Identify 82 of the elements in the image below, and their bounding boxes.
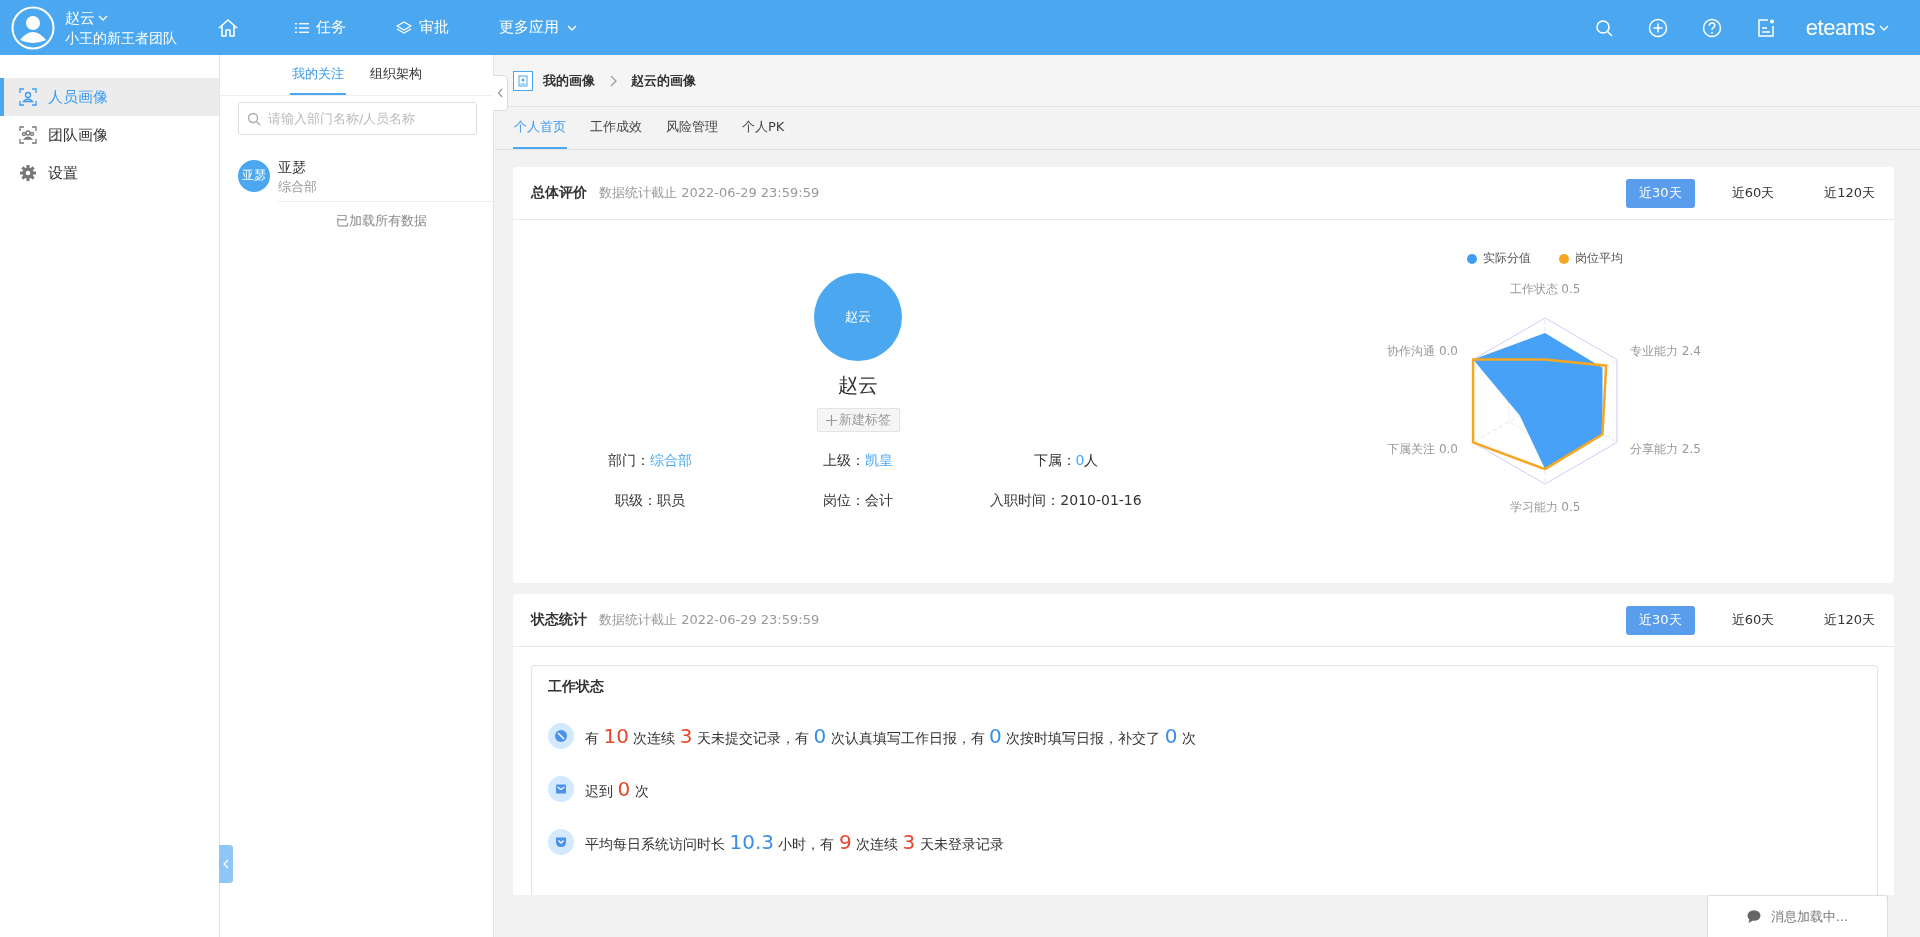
period-button[interactable]: 近60天 (1718, 178, 1788, 208)
chat-icon (1746, 910, 1761, 923)
section-title: 工作状态 (548, 678, 605, 696)
group-icon (19, 126, 37, 144)
page-tab[interactable]: 个人PK (741, 107, 786, 149)
settings-icon (19, 164, 37, 182)
toast-text: 消息加载中... (1770, 907, 1849, 926)
legend-label: 岗位平均 (1575, 250, 1623, 267)
help-icon[interactable] (1701, 17, 1722, 38)
page-tab[interactable]: 工作成效 (589, 107, 643, 149)
period-button[interactable]: 近30天 (1626, 178, 1695, 208)
field-label: 入职时间： (990, 492, 1061, 508)
field-value: 职员 (657, 492, 685, 508)
period-button[interactable]: 近120天 (1811, 178, 1888, 208)
user-name[interactable]: 赵云 (65, 7, 95, 28)
breadcrumb-icon[interactable] (513, 70, 533, 91)
axis-label: 协作沟通 0.0 (1387, 344, 1458, 358)
search-icon[interactable] (1593, 17, 1614, 38)
plus-icon (825, 414, 837, 426)
card-note: 数据统计截止 2022-06-29 23:59:59 (599, 184, 821, 202)
person-name[interactable]: 亚瑟 (278, 157, 493, 177)
sidebar-item[interactable]: 设置 (0, 154, 219, 192)
team-name: 小王的新王者团队 (65, 28, 177, 48)
status-sentence: 平均每日系统访问时长 10.3 小时，有 9 次连续 3 天未登录记录 (585, 830, 1004, 854)
new-tag-button[interactable]: 新建标签 (816, 408, 900, 432)
status-sentence: 有 10 次连续 3 天未提交记录，有 0 次认真填写工作日报，有 0 次按时填写日报，补交了 0 次 (585, 724, 1196, 748)
field-link[interactable]: 0 (1075, 452, 1085, 468)
field-label: 部门： (608, 452, 650, 468)
sidebar-item[interactable]: 团队画像 (0, 116, 219, 154)
axis-label: 下属关注 0.0 (1387, 442, 1458, 456)
axis-label: 学习能力 0.5 (1509, 500, 1581, 514)
person-avatar[interactable]: 亚瑟 (238, 159, 270, 192)
person-department: 综合部 (278, 178, 318, 196)
card-note: 数据统计截止 2022-06-29 23:59:59 (599, 611, 821, 629)
compass-icon (548, 723, 574, 749)
field-link[interactable]: 综合部 (650, 452, 692, 468)
sidebar-item[interactable]: 人员画像 (0, 78, 219, 116)
list-end-note: 已加载所有数据 (336, 212, 427, 230)
field-value: 2010-01-16 (1060, 492, 1142, 508)
nav-item[interactable]: 审批 (396, 18, 449, 37)
status-sentence: 迟到 0 次 (585, 777, 649, 801)
axis-label: 分享能力 2.5 (1630, 442, 1701, 456)
field-label: 下属： (1033, 452, 1076, 468)
list-icon (295, 20, 309, 35)
notes-icon[interactable] (1755, 17, 1776, 38)
axis-label: 工作状态 0.5 (1509, 282, 1581, 296)
brand-logo[interactable]: eteams (1805, 14, 1875, 41)
profile-name: 赵云 (838, 372, 878, 399)
field-unit: 人 (1084, 452, 1099, 468)
period-button[interactable]: 近30天 (1626, 605, 1695, 635)
home-icon[interactable] (217, 16, 239, 39)
period-button[interactable]: 近120天 (1811, 605, 1888, 635)
field-link[interactable]: 凯皇 (865, 452, 893, 468)
mail-icon (548, 776, 574, 802)
page-tab[interactable]: 个人首页 (513, 107, 567, 149)
card-title: 总体评价 (531, 184, 587, 202)
collapse-handle[interactable] (493, 75, 508, 111)
field-value: 会计 (865, 492, 893, 508)
panel-tab[interactable]: 组织架构 (367, 55, 424, 95)
portrait-icon (19, 88, 37, 106)
avatar-icon (11, 5, 55, 50)
period-button[interactable]: 近60天 (1718, 605, 1788, 635)
field-label: 上级： (823, 452, 865, 468)
profile-avatar: 赵云 (814, 273, 902, 361)
field-label: 职级： (615, 492, 657, 508)
shield-icon (548, 829, 574, 855)
breadcrumb-item: 赵云的画像 (631, 71, 696, 90)
breadcrumb-item[interactable]: 我的画像 (543, 71, 595, 90)
panel-tab[interactable]: 我的关注 (289, 55, 346, 95)
legend-label: 实际分值 (1483, 250, 1531, 267)
axis-label: 专业能力 2.4 (1630, 344, 1701, 358)
nav-item[interactable]: 更多应用 (499, 18, 578, 37)
page-tab[interactable]: 风险管理 (665, 107, 719, 149)
search-icon (247, 112, 261, 126)
field-label: 岗位： (823, 492, 865, 508)
chevron-right-icon (609, 74, 617, 87)
layers-icon (396, 19, 412, 36)
nav-item[interactable]: 任务 (295, 18, 346, 37)
search-field[interactable]: 请输入部门名称/人员名称 (238, 102, 477, 135)
collapse-handle[interactable] (219, 845, 233, 883)
card-title: 状态统计 (531, 611, 587, 629)
add-icon[interactable] (1647, 17, 1668, 38)
